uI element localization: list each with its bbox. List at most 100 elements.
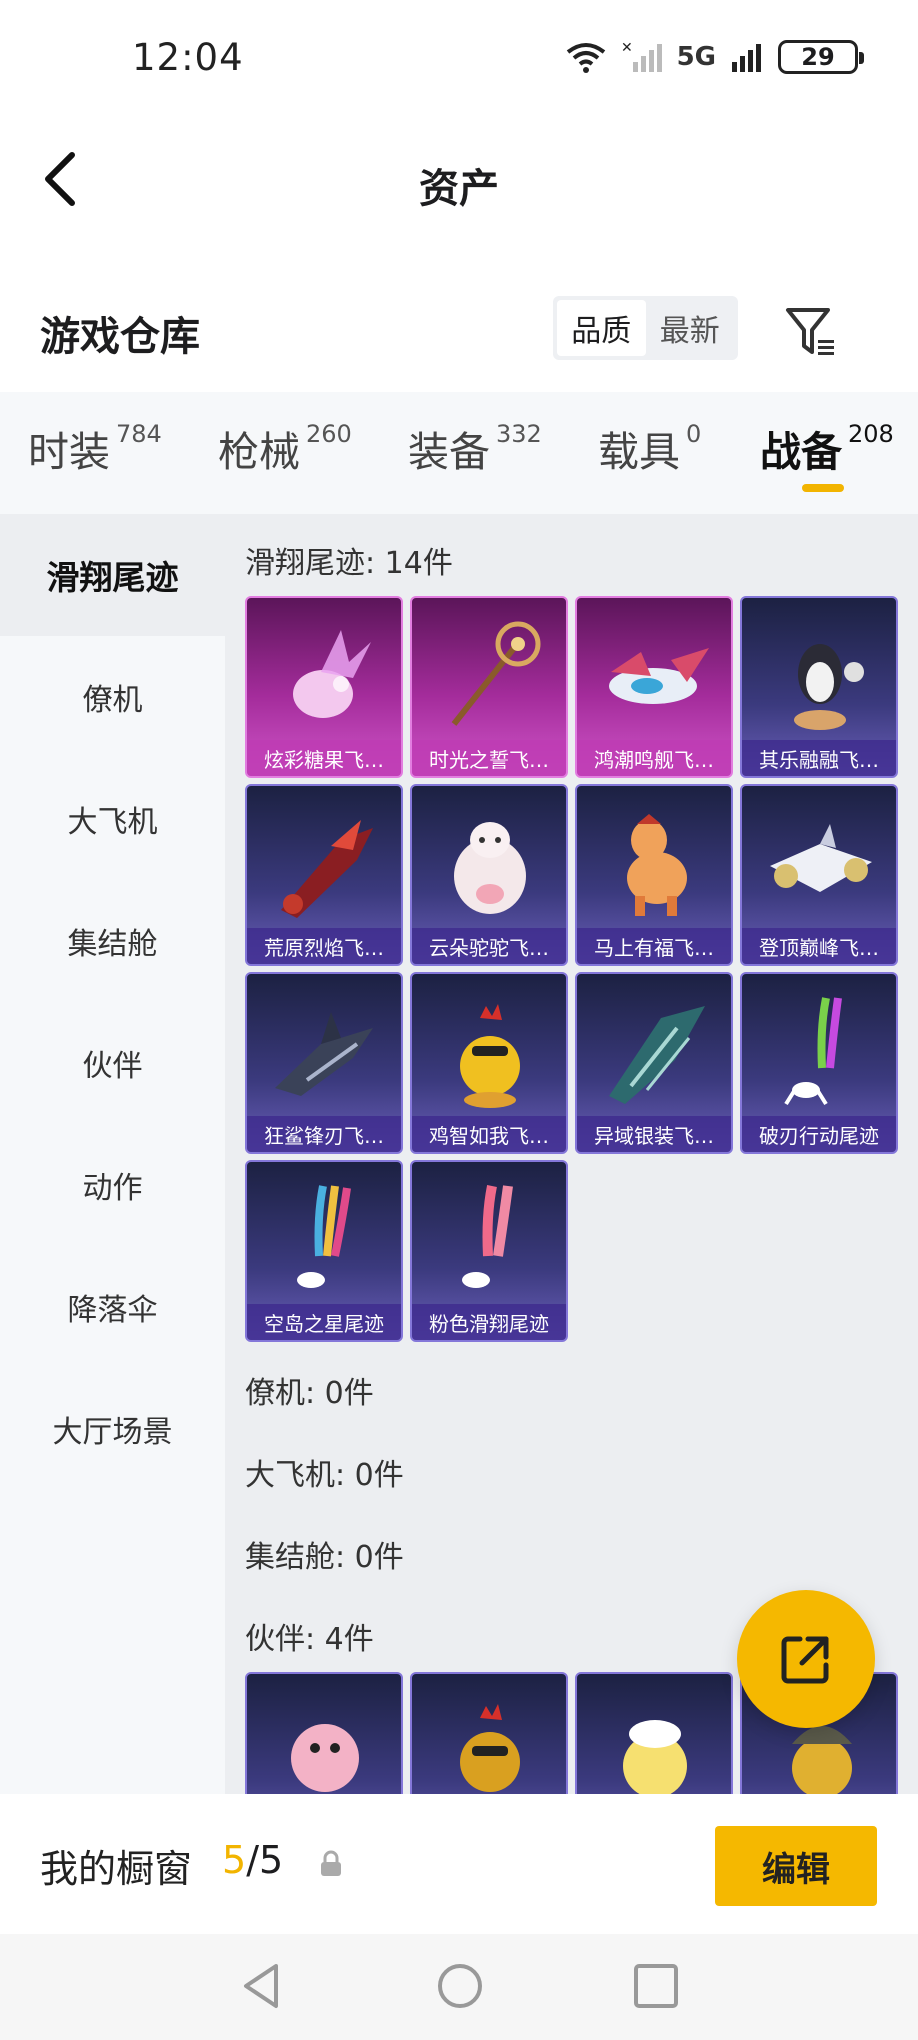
signal-icon (732, 44, 761, 72)
share-fab-button[interactable] (737, 1590, 875, 1728)
item-card[interactable]: 鸡智如我飞… (410, 972, 568, 1154)
showcase-label: 我的橱窗 (40, 1847, 193, 1891)
tab-fashion[interactable]: 时装 784 (28, 418, 162, 478)
section-title: 游戏仓库 (40, 314, 200, 360)
sidebar-item-big-plane[interactable]: 大飞机 (0, 758, 225, 880)
item-card[interactable]: 空岛之星尾迹 (245, 1160, 403, 1342)
pink-bird-icon (291, 1724, 359, 1792)
item-name: 鸡智如我飞… (412, 1116, 566, 1152)
item-card[interactable]: 时光之誓飞… (410, 596, 568, 778)
tab-tactical[interactable]: 战备 208 (760, 418, 894, 478)
network-label: 5G (676, 42, 716, 72)
showcase-count: 5/5 (222, 1838, 283, 1882)
sidebar-item-capsule[interactable]: 集结舱 (0, 880, 225, 1002)
item-name: 云朵驼驼飞… (412, 928, 566, 964)
tab-label: 枪械 (218, 428, 300, 476)
penguin-icon (794, 644, 864, 730)
battery-level: 29 (801, 43, 835, 71)
trail-icon (784, 997, 842, 1106)
pink-trail-icon (462, 1185, 513, 1288)
tab-label: 战备 (760, 428, 842, 476)
item-card[interactable]: 狂鲨锋刃飞… (245, 972, 403, 1154)
lock-icon (321, 1850, 341, 1876)
item-card[interactable]: 登顶巅峰飞… (740, 784, 898, 966)
tab-count: 332 (496, 420, 542, 448)
item-card[interactable]: 荒原烈焰飞… (245, 784, 403, 966)
tab-count: 260 (306, 420, 352, 448)
page-title: 资产 (419, 166, 499, 212)
tab-label: 时装 (28, 428, 110, 476)
item-card[interactable]: 鸿潮鸣舰飞… (575, 596, 733, 778)
signal-muted-icon: ✕ (621, 40, 662, 72)
tab-firearms[interactable]: 枪械 260 (218, 418, 352, 478)
sidebar: 滑翔尾迹 僚机 大飞机 集结舱 伙伴 动作 降落伞 大厅场景 (0, 514, 225, 1794)
nav-home-icon[interactable] (434, 1960, 486, 2012)
item-name: 荒原烈焰飞… (247, 928, 401, 964)
category-tabs: 时装 784 枪械 260 装备 332 载具 0 战备 208 (0, 392, 918, 514)
filter-icon (786, 308, 834, 355)
tab-label: 装备 (408, 428, 490, 476)
item-card[interactable] (245, 1672, 403, 1794)
item-name: 狂鲨锋刃飞… (247, 1116, 401, 1152)
ship-icon (609, 648, 709, 704)
tab-count: 784 (116, 420, 162, 448)
item-name: 鸿潮鸣舰飞… (577, 740, 731, 776)
section-header: 游戏仓库 品质 最新 (0, 280, 918, 380)
showcase-current: 5 (222, 1838, 247, 1882)
item-card[interactable]: 异域银装飞… (575, 972, 733, 1154)
nav-back-icon[interactable] (236, 1960, 288, 2012)
tab-vehicles[interactable]: 载具 0 (598, 418, 701, 478)
item-card[interactable]: 炫彩糖果飞… (245, 596, 403, 778)
sort-newest-button[interactable]: 最新 (646, 300, 735, 356)
item-name: 登顶巅峰飞… (742, 928, 896, 964)
item-name: 破刃行动尾迹 (742, 1116, 896, 1152)
flame-wing-icon (281, 820, 373, 918)
item-name: 其乐融融飞… (742, 740, 896, 776)
sidebar-item-lobby-scene[interactable]: 大厅场景 (0, 1368, 225, 1490)
shark-icon (275, 1012, 373, 1096)
rainbow-trail-icon (297, 1185, 351, 1288)
group-title-wingman: 僚机: 0件 (245, 1376, 374, 1411)
item-card[interactable]: 云朵驼驼飞… (410, 784, 568, 966)
jet-icon (770, 824, 872, 892)
showcase-total: 5 (259, 1838, 284, 1882)
nav-recents-icon[interactable] (630, 1960, 682, 2012)
group-title-partner: 伙伴: 4件 (245, 1622, 374, 1657)
status-icons: ✕ 5G 29 (565, 40, 864, 74)
tab-equipment[interactable]: 装备 332 (408, 418, 542, 478)
rooster-icon (460, 1704, 520, 1792)
status-bar: 12:04 ✕ 5G 29 (0, 0, 918, 120)
chick-icon (623, 1720, 687, 1794)
sidebar-item-glide-trail[interactable]: 滑翔尾迹 (0, 514, 225, 636)
svg-text:✕: ✕ (621, 40, 633, 56)
item-name: 空岛之星尾迹 (247, 1304, 401, 1340)
sidebar-item-wingman[interactable]: 僚机 (0, 636, 225, 758)
tab-label: 载具 (598, 428, 680, 476)
item-name: 马上有福飞… (577, 928, 731, 964)
sidebar-item-partner[interactable]: 伙伴 (0, 1002, 225, 1124)
sidebar-item-parachute[interactable]: 降落伞 (0, 1246, 225, 1368)
item-name: 粉色滑翔尾迹 (412, 1304, 566, 1340)
tab-count: 0 (686, 420, 702, 448)
sidebar-item-emote[interactable]: 动作 (0, 1124, 225, 1246)
item-card[interactable]: 马上有福飞… (575, 784, 733, 966)
item-name: 异域银装飞… (577, 1116, 731, 1152)
group-title-glide: 滑翔尾迹: 14件 (245, 546, 453, 581)
filter-button[interactable] (780, 302, 840, 362)
sort-quality-button[interactable]: 品质 (557, 300, 646, 356)
sort-toggle: 品质 最新 (553, 296, 738, 360)
group-title-capsule: 集结舱: 0件 (245, 1540, 404, 1575)
share-icon (781, 1636, 829, 1684)
item-card[interactable]: 粉色滑翔尾迹 (410, 1160, 568, 1342)
chicken-icon (460, 1004, 520, 1108)
item-card[interactable]: 其乐融融飞… (740, 596, 898, 778)
edit-button[interactable]: 编辑 (715, 1826, 877, 1906)
item-card[interactable]: 破刃行动尾迹 (740, 972, 898, 1154)
battery-indicator: 29 (778, 40, 864, 74)
item-card[interactable] (575, 1672, 733, 1794)
system-nav-bar (0, 1934, 918, 2040)
scepter-icon (451, 621, 541, 726)
active-tab-indicator (802, 484, 844, 492)
item-card[interactable] (410, 1672, 568, 1794)
alpaca-icon (454, 822, 526, 914)
